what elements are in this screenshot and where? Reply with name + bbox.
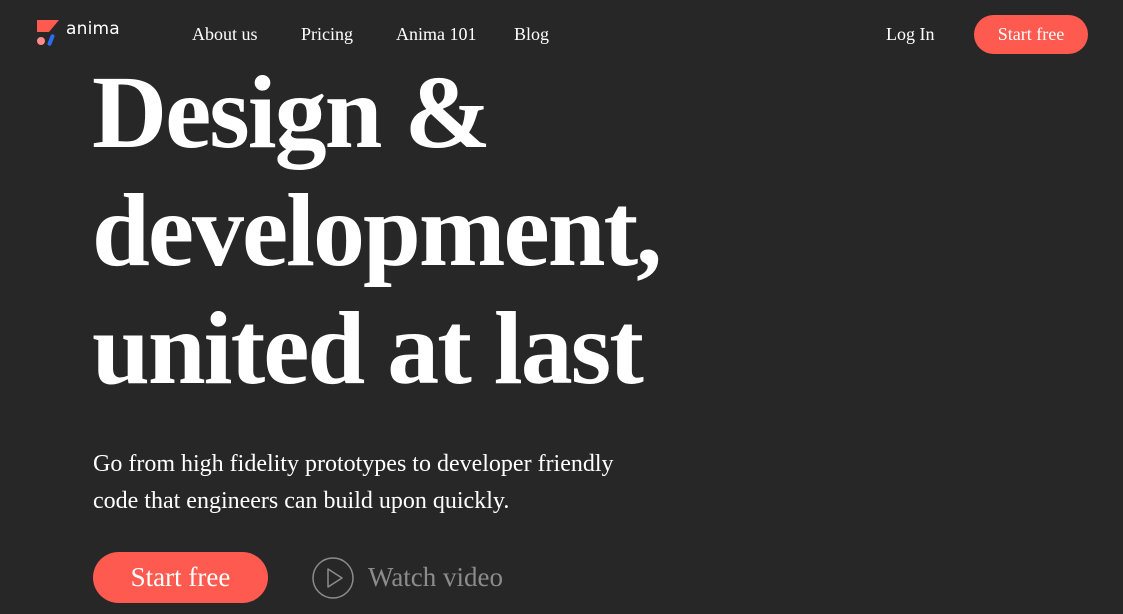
watch-video-label: Watch video — [368, 562, 504, 592]
login-link[interactable]: Log In — [886, 22, 935, 46]
brand-name: anima — [66, 18, 120, 39]
subtitle-line: Go from high fidelity prototypes to deve… — [93, 451, 614, 477]
hero-start-free-button[interactable]: Start free — [93, 552, 268, 603]
hero-headline: Design & development, united at last — [92, 54, 662, 408]
subtitle-line: code that engineers can build upon quick… — [93, 488, 510, 514]
header-start-free-button[interactable]: Start free — [974, 15, 1088, 54]
watch-video-button[interactable]: Watch video — [312, 556, 503, 599]
headline-line: development, — [92, 173, 662, 288]
anima-logo[interactable]: anima — [36, 19, 120, 47]
hero-subtitle: Go from high fidelity prototypes to deve… — [93, 446, 733, 520]
anima-logo-icon — [37, 20, 59, 46]
nav-about-us[interactable]: About us — [192, 22, 258, 46]
headline-line: Design & — [92, 55, 491, 170]
headline-line: united at last — [92, 291, 644, 406]
nav-anima-101[interactable]: Anima 101 — [396, 22, 477, 46]
nav-blog[interactable]: Blog — [514, 22, 549, 46]
nav-pricing[interactable]: Pricing — [301, 22, 353, 46]
play-circle-icon — [312, 556, 354, 599]
